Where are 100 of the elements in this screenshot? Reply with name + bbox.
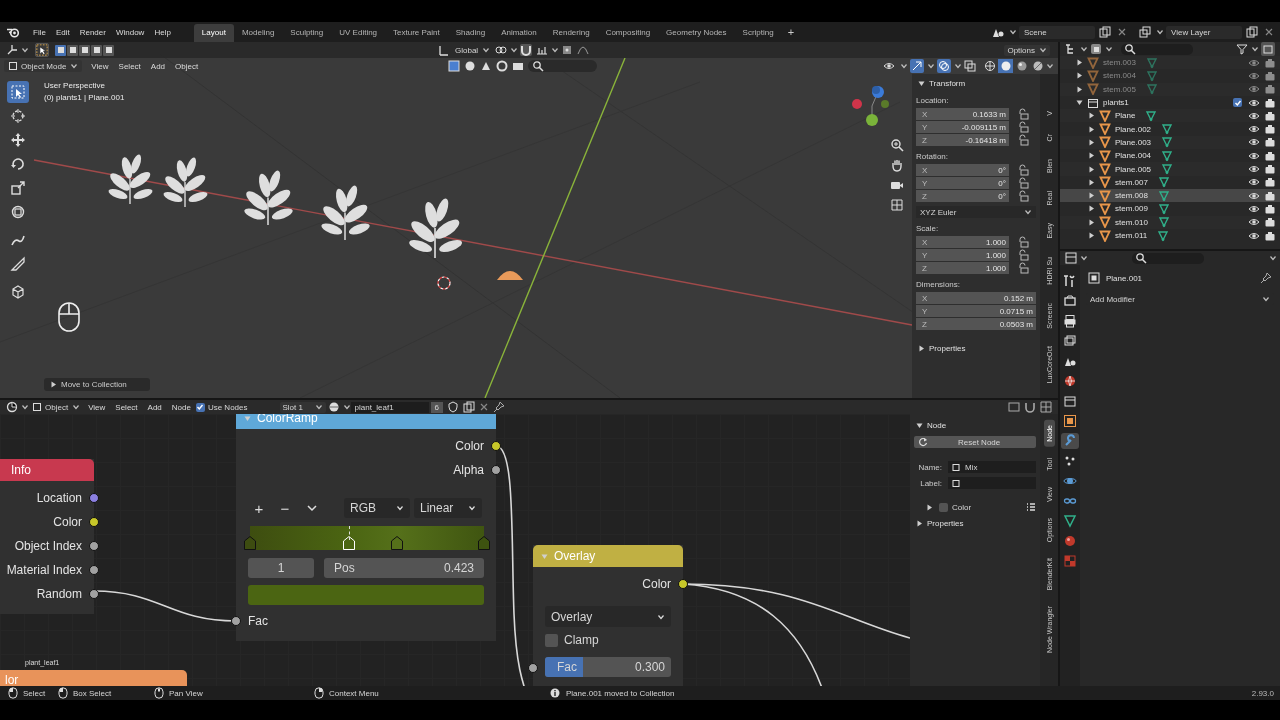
workspace-tab[interactable]: UV Editing [331, 24, 386, 42]
outliner-row[interactable]: Plane.002 [1060, 122, 1280, 136]
group-label: Location: [916, 96, 950, 107]
status-hint: Pan View [169, 688, 203, 698]
menu-item[interactable]: Render [74, 27, 111, 37]
menu-item[interactable]: Node [166, 402, 196, 412]
fac-slider[interactable]: Fac 0.300 [545, 657, 671, 677]
node-header[interactable]: Info [0, 459, 94, 481]
color-mode-dropdown[interactable]: RGB [344, 498, 410, 518]
panel-header[interactable]: Properties [914, 516, 1036, 530]
number-field[interactable]: Z 0.0503 m [916, 318, 1036, 330]
number-field[interactable]: Y 0° [916, 177, 1009, 189]
shader-node[interactable]: ColorRamp Color Alpha + − RGB Linear 1 Pos 0.423 Fac [231, 414, 501, 641]
number-field[interactable]: Z -0.16418 m [916, 134, 1009, 146]
workspace-tab[interactable]: Layout [193, 24, 234, 42]
number-field[interactable]: X 0.152 m [916, 292, 1036, 304]
menu-item[interactable]: Add [145, 61, 171, 71]
socket-label: Material Index [6, 563, 82, 577]
view-layer-field[interactable]: View Layer [1166, 25, 1242, 39]
workspace-tab[interactable]: Texture Paint [385, 24, 448, 42]
node-title: Overlay [554, 549, 596, 563]
panel-header[interactable]: Node [914, 418, 1036, 432]
ramp-button[interactable]: − [274, 499, 296, 517]
panel-label[interactable]: Color [952, 502, 972, 512]
options-dropdown[interactable]: Options [1004, 44, 1050, 56]
workspace-tab[interactable]: Animation [493, 24, 545, 42]
workspace-tab[interactable]: Compositing [597, 24, 659, 42]
menu-item[interactable]: File [28, 27, 51, 37]
socket-label: Fac [248, 614, 268, 628]
number-field[interactable]: Y -0.009115 m [916, 121, 1009, 133]
outliner-item-name: Plane.004 [1115, 151, 1152, 161]
menu-item[interactable]: Select [110, 402, 143, 412]
menu-item[interactable]: Window [110, 27, 150, 37]
outliner-item-name: stem.007 [1115, 177, 1148, 187]
slot-dropdown[interactable]: Slot 1 [279, 401, 326, 413]
reset-node-button[interactable]: Reset Node [914, 436, 1036, 448]
number-field[interactable]: Z 1.000 [916, 262, 1009, 274]
menu-item[interactable]: Help [149, 27, 176, 37]
outliner-item-name: plants1 [1103, 98, 1129, 108]
number-field[interactable]: X 1.000 [916, 236, 1009, 248]
material-name-field[interactable]: plant_leaf1 [350, 401, 429, 413]
outliner-row[interactable]: stem.004 [1060, 69, 1280, 83]
menu-item[interactable]: View [86, 61, 114, 71]
menu-item[interactable]: Select [113, 61, 146, 71]
last-operator-button[interactable]: Move to Collection [44, 378, 150, 391]
number-field[interactable]: Y 1.000 [916, 249, 1009, 261]
shader-node[interactable]: Overlay Color Overlay Clamp Fac 0.300 [528, 545, 688, 686]
group-label: Dimensions: [916, 280, 961, 291]
object-type-dropdown[interactable]: Object [29, 401, 84, 413]
outliner-row[interactable]: stem.009 [1060, 202, 1280, 216]
object-name-field[interactable]: Plane.001 [1106, 273, 1143, 283]
panel-header[interactable]: Properties [916, 341, 1036, 355]
outliner-item-name: stem.003 [1103, 58, 1136, 68]
mode-dropdown[interactable]: Object Mode [4, 60, 83, 72]
workspace-tab[interactable]: Rendering [544, 24, 598, 42]
outliner-item-name: Plane [1115, 111, 1136, 121]
name-field[interactable]: Mix [948, 461, 1036, 473]
checkbox-label: Clamp [564, 633, 599, 647]
menu-item[interactable]: View [83, 402, 111, 412]
checkbox-label: Use Nodes [207, 402, 248, 412]
outliner-row[interactable]: plants1 [1060, 95, 1280, 110]
workspace-tab[interactable]: Scripting [734, 24, 782, 42]
outliner-row[interactable]: stem.011 [1060, 228, 1280, 243]
outliner-item-name: stem.011 [1115, 231, 1148, 240]
position-field[interactable]: Pos 0.423 [324, 558, 484, 578]
outliner-row[interactable]: stem.008 [1060, 188, 1280, 203]
panel-header[interactable]: Transform [916, 76, 1036, 90]
index-field[interactable]: 1 [248, 558, 314, 578]
outliner-row[interactable]: Plane.004 [1060, 149, 1280, 163]
workspace-tab[interactable]: Geometry Nodes [658, 24, 735, 42]
workspace-tab[interactable]: Sculpting [282, 24, 332, 42]
workspace-tab[interactable]: Modeling [233, 24, 283, 42]
workspace-tab[interactable]: Shading [447, 24, 494, 42]
outliner-item-name: stem.010 [1115, 217, 1148, 227]
menu-item[interactable]: Edit [50, 27, 75, 37]
scene-field[interactable]: Scene [1019, 25, 1095, 39]
rotation-mode-dropdown[interactable]: XYZ Euler [916, 206, 1036, 218]
field-label: Label: [919, 478, 942, 488]
menu-item[interactable]: Add [142, 402, 167, 412]
group-label: Scale: [916, 224, 940, 235]
outliner-item-name: Plane.002 [1115, 124, 1152, 134]
orientation-dropdown[interactable]: Global [452, 44, 494, 56]
interpolation-dropdown[interactable]: Linear [414, 498, 482, 518]
menu-item[interactable]: Object [170, 61, 204, 71]
outliner-row[interactable]: stem.007 [1060, 175, 1280, 189]
number-field[interactable]: Z 0° [916, 190, 1009, 202]
socket-label: Object Index [14, 539, 82, 553]
number-field[interactable]: X 0.1633 m [916, 108, 1009, 120]
status-hint: Select [23, 688, 46, 698]
shader-node[interactable]: Info Location Color Object Index Material Index Random [0, 459, 99, 614]
add-workspace-button[interactable]: + [781, 26, 801, 38]
status-hint: Context Menu [329, 688, 379, 698]
group-label: Rotation: [916, 152, 950, 163]
blend-mode-dropdown[interactable]: Overlay [545, 606, 671, 627]
status-message: Plane.001 moved to Collection [566, 688, 675, 698]
user-count-button[interactable]: 6 [430, 401, 443, 413]
ramp-button[interactable]: + [248, 499, 270, 517]
socket-label: Color [455, 439, 484, 453]
number-field[interactable]: X 0° [916, 164, 1009, 176]
number-field[interactable]: Y 0.0715 m [916, 305, 1036, 317]
